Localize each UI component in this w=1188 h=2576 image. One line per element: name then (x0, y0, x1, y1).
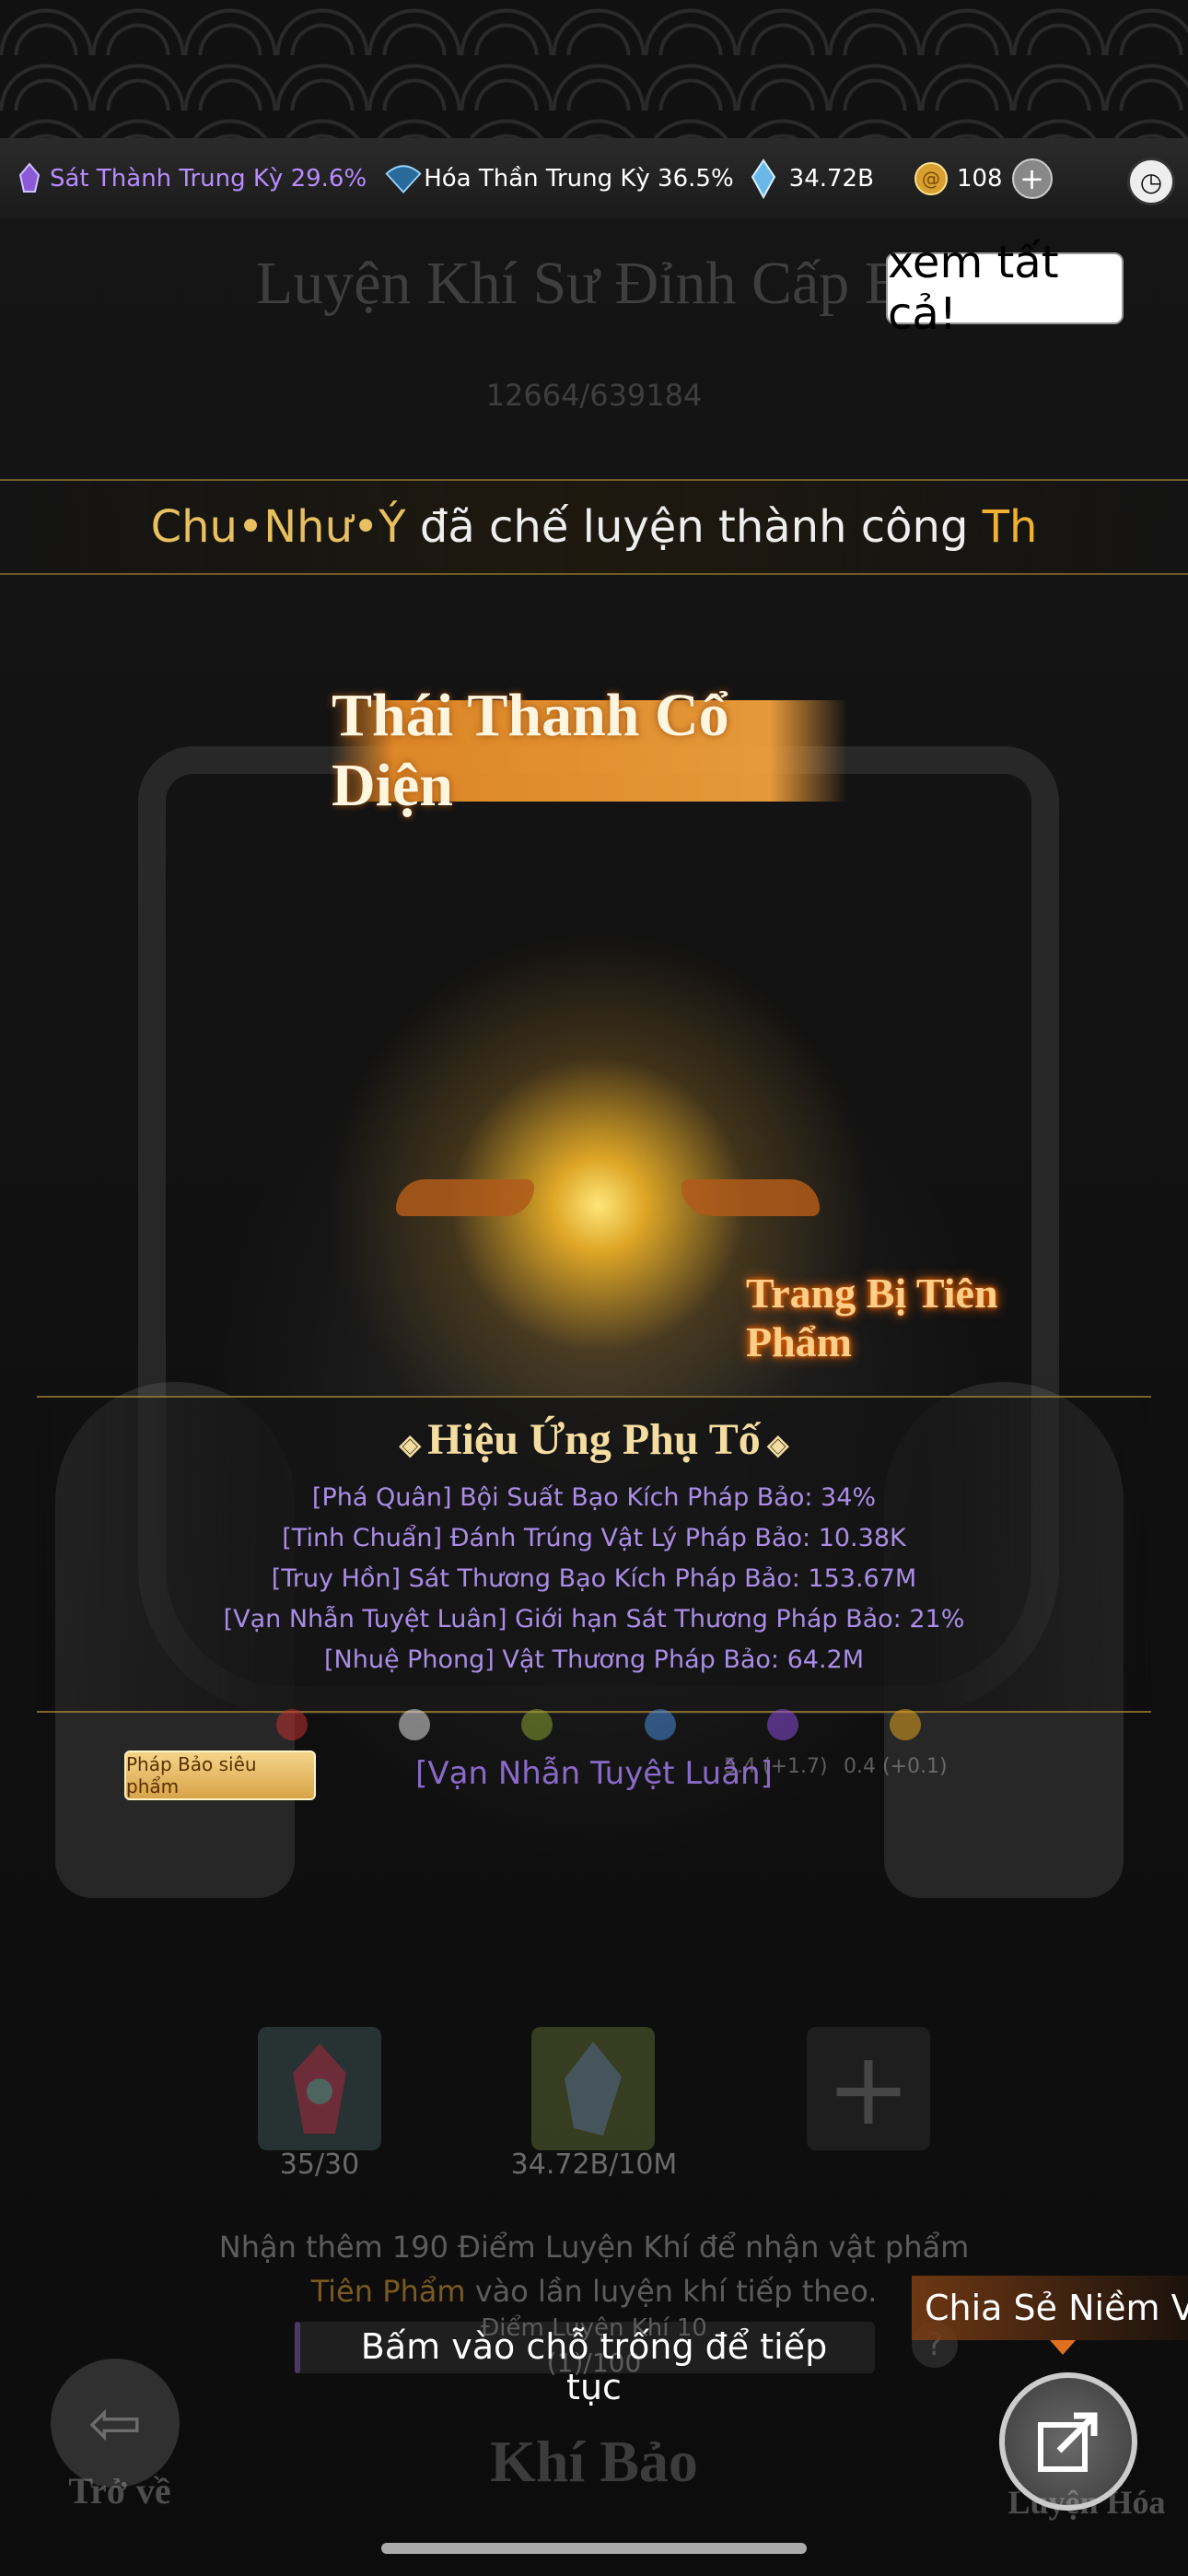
resource-bar: Sát Thành Trung Kỳ 29.6% Hóa Thần Trung … (0, 138, 1188, 221)
socket-row (276, 1709, 921, 1746)
gold-socket-icon (889, 1709, 921, 1740)
gold-coin-icon: @ (911, 158, 951, 199)
ticker-message: đã chế luyện thành công (405, 501, 983, 553)
forge-rank-progress: 12664/639184 (485, 378, 703, 413)
green-socket-icon (521, 1709, 553, 1740)
weapon-name: [Vạn Nhẫn Tuyệt Luân] (415, 1755, 773, 1792)
affix-line: [Tinh Chuẩn] Đánh Trúng Vật Lý Pháp Bảo:… (282, 1524, 906, 1552)
announcement-ticker: Chu•Như•Ý đã chế luyện thành công Th (0, 479, 1188, 575)
red-socket-icon (276, 1709, 308, 1740)
affix-line: [Vạn Nhẫn Tuyệt Luân] Giới hạn Sát Thươn… (223, 1605, 965, 1633)
weapon-grade-badge: Pháp Bảo siêu phẩm (124, 1751, 316, 1800)
next-forge-text: vào lần luyện khí tiếp theo. (465, 2274, 878, 2309)
ticker-player-name: Chu•Như•Ý (150, 501, 406, 553)
forge-points-info: Nhận thêm 190 Điểm Luyện Khí để nhận vật… (218, 2230, 970, 2265)
artifact-left-eye (396, 1179, 534, 1216)
material-count: 35/30 (279, 2149, 360, 2181)
red-gem-icon (293, 2043, 346, 2134)
realm-progress-1: Sát Thành Trung Kỳ 29.6% (9, 158, 367, 199)
top-wave-pattern (0, 0, 1188, 138)
affix-title-text: Hiệu Ứng Phụ Tố (427, 1415, 761, 1464)
clock-icon[interactable]: ◷ (1127, 158, 1175, 205)
purple-socket-icon (766, 1709, 798, 1740)
realm-progress-2-text: Hóa Thần Trung Kỳ 36.5% (424, 165, 734, 193)
add-currency-button[interactable]: + (1011, 158, 1053, 199)
crystal-currency: 34.72B (743, 158, 874, 199)
blue-crystal-icon (565, 2042, 622, 2136)
share-joy-label: Chia Sẻ Niềm Vui (912, 2276, 1188, 2340)
affix-line: [Phá Quân] Bội Suất Bạo Kích Pháp Bảo: 3… (311, 1483, 877, 1512)
treasure-title: Khí Bảo (490, 2429, 698, 2494)
share-indicator-arrow (1050, 2340, 1076, 2355)
rarity-highlight: Tiên Phẩm (310, 2274, 466, 2309)
coin-currency: @ 108 (911, 158, 1003, 199)
white-socket-icon (399, 1709, 431, 1740)
blue-socket-icon (644, 1709, 676, 1740)
home-indicator[interactable] (381, 2543, 807, 2554)
affix-title: ◈ Hiệu Ứng Phụ Tố ◈ (0, 1414, 1188, 1465)
realm-progress-2: Hóa Thần Trung Kỳ 36.5% (383, 158, 734, 199)
plus-icon: + (1011, 158, 1053, 199)
affix-line: [Truy Hồn] Sát Thương Bạo Kích Pháp Bảo:… (271, 1564, 917, 1593)
coin-value: 108 (956, 165, 1003, 193)
crafted-item-title: Thái Thanh Cổ Diện (332, 682, 847, 819)
crystal-icon (743, 158, 784, 199)
realm-progress-1-text: Sát Thành Trung Kỳ 29.6% (50, 165, 367, 193)
artifact-right-eye (681, 1179, 820, 1216)
affix-line: [Nhuệ Phong] Vật Thương Pháp Bảo: 64.2M (323, 1645, 865, 1674)
fan-realm-icon (383, 158, 424, 199)
material-count: 34.72B/10M (510, 2149, 678, 2181)
svg-text:@: @ (922, 168, 940, 190)
tap-to-continue-text: Bấm vào chỗ trống để tiếp tục (360, 2326, 828, 2407)
purple-realm-icon (9, 158, 50, 199)
diamond-left-icon: ◈ (399, 1430, 428, 1460)
ticker-item-name: Th (982, 501, 1038, 553)
add-slot-icon[interactable]: + (807, 2027, 930, 2150)
crystal-value: 34.72B (788, 165, 874, 193)
view-all-button[interactable]: xem tất cả! (886, 237, 1124, 340)
material-slot-crystal (531, 2027, 655, 2150)
material-slot-red-gem (258, 2027, 381, 2150)
rarity-label: Trang Bị Tiên Phẩm (746, 1270, 998, 1365)
diamond-right-icon: ◈ (760, 1430, 789, 1460)
